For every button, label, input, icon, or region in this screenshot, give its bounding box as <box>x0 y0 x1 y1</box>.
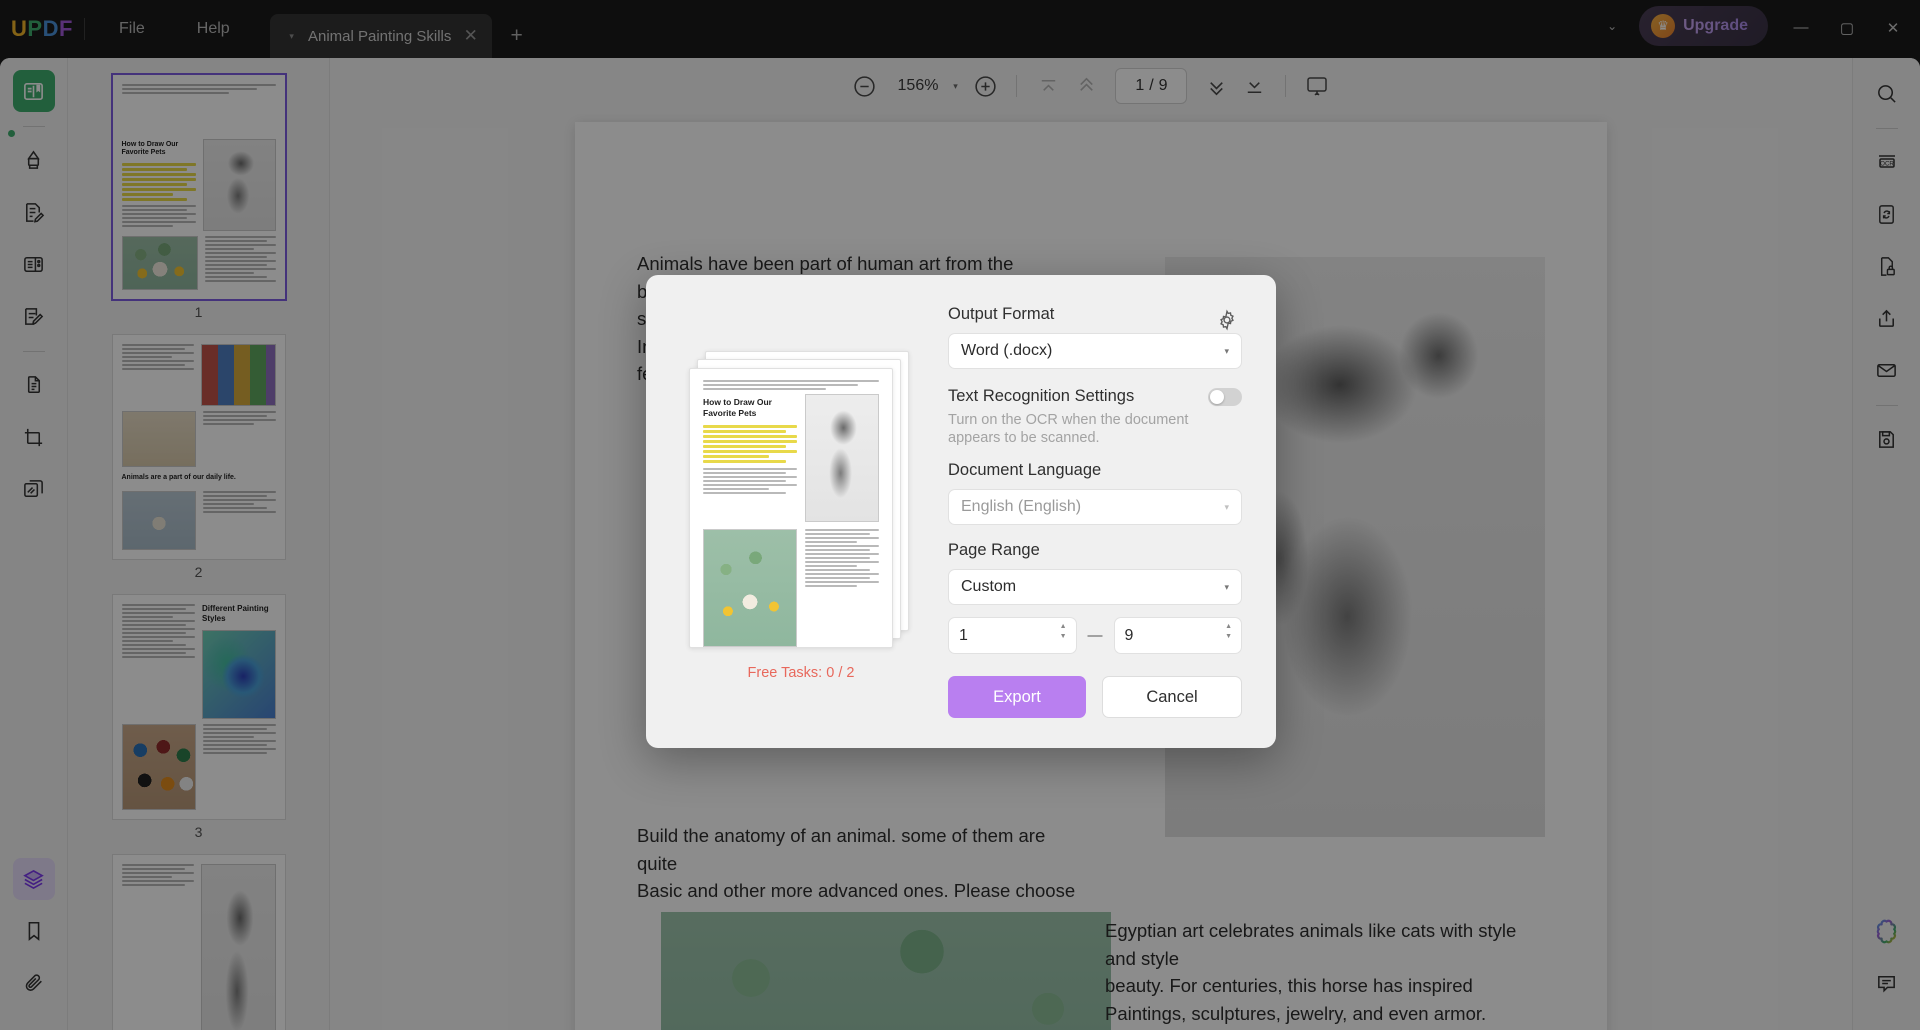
gear-icon[interactable] <box>1212 305 1242 335</box>
ocr-toggle[interactable] <box>1208 387 1242 406</box>
ocr-hint: Turn on the OCR when the document appear… <box>948 412 1189 446</box>
cancel-button[interactable]: Cancel <box>1102 676 1242 718</box>
page-range-label: Page Range <box>948 541 1040 559</box>
chevron-down-icon: ▾ <box>1224 501 1229 512</box>
dialog-form: Output Format Word (.docx) ▾ Text Recogn… <box>948 305 1242 718</box>
text-recognition-label: Text Recognition Settings <box>948 387 1135 405</box>
range-dash: — <box>1087 627 1103 644</box>
free-tasks-label: Free Tasks: 0 / 2 <box>747 665 855 681</box>
output-format-label: Output Format <box>948 305 1055 323</box>
dialog-preview: How to Draw Our Favorite Pets Free Tasks… <box>676 305 926 718</box>
page-range-from-input[interactable]: 1 ▲ ▼ <box>948 617 1077 654</box>
export-button[interactable]: Export <box>948 676 1086 718</box>
page-range-from-value: 1 <box>959 626 968 644</box>
preview-heading: How to Draw Our Favorite Pets <box>703 397 772 419</box>
page-range-value: Custom <box>961 578 1017 595</box>
dialog-buttons: Export Cancel <box>948 676 1242 718</box>
page-range-inputs: 1 ▲ ▼ — 9 ▲ ▼ <box>948 617 1242 654</box>
page-range-to-input[interactable]: 9 ▲ ▼ <box>1113 617 1242 654</box>
stepper-from[interactable]: ▲ ▼ <box>1060 623 1067 640</box>
document-language-label: Document Language <box>948 461 1102 479</box>
document-language-value: English (English) <box>961 498 1082 515</box>
stack-sheet-front: How to Draw Our Favorite Pets <box>689 368 893 648</box>
output-format-value: Word (.docx) <box>961 342 1053 359</box>
chevron-down-icon: ▾ <box>1224 345 1229 356</box>
stepper-to[interactable]: ▲ ▼ <box>1225 623 1232 640</box>
document-language-select[interactable]: English (English) ▾ <box>948 489 1242 525</box>
text-recognition-row: Text Recognition Settings <box>948 387 1242 406</box>
output-format-select[interactable]: Word (.docx) ▾ <box>948 333 1242 369</box>
page-range-select[interactable]: Custom ▾ <box>948 569 1242 605</box>
export-dialog: How to Draw Our Favorite Pets Free Tasks… <box>646 275 1276 748</box>
document-stack: How to Draw Our Favorite Pets <box>689 351 913 651</box>
page-range-to-value: 9 <box>1124 626 1134 644</box>
chevron-down-icon: ▾ <box>1224 581 1229 592</box>
